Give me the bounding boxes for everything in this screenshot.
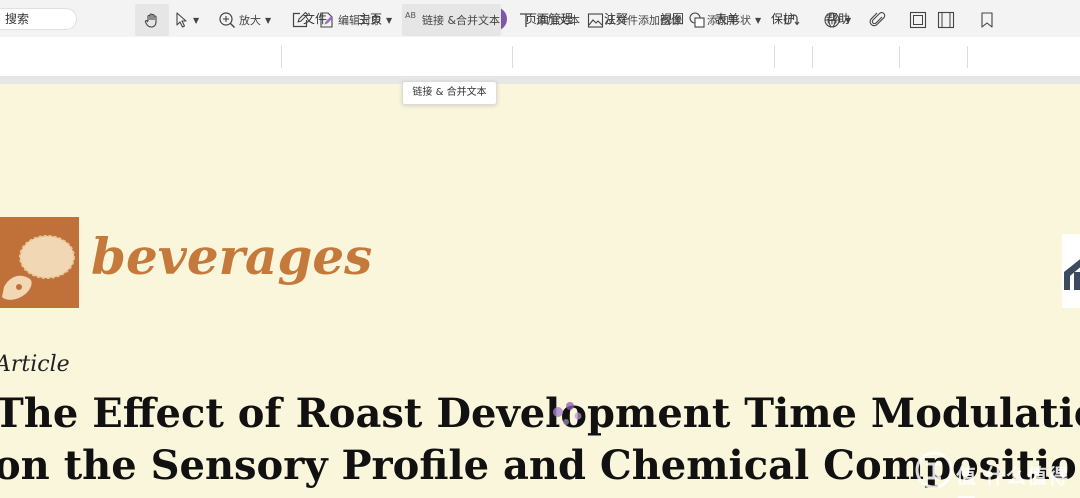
- document-page: beverages Article The Effect of Roast De…: [0, 84, 1080, 498]
- zoom-in-icon: [219, 12, 235, 28]
- publisher-logo-edge: [1062, 234, 1080, 308]
- toolbar-divider: [512, 46, 513, 68]
- watermark-logo-icon: [915, 451, 953, 489]
- add-text-button[interactable]: 添加文本: [518, 4, 580, 36]
- toolbar-divider: [812, 46, 813, 68]
- chevron-down-icon: ▼: [193, 15, 200, 25]
- speaker-frame-icon: [909, 11, 927, 29]
- hand-icon: [144, 13, 157, 28]
- bottle-cap-logo-icon: [2, 235, 75, 300]
- image-icon: [587, 12, 604, 28]
- chevron-down-icon: ▼: [845, 15, 852, 25]
- publisher-logo-icon: [1064, 259, 1080, 290]
- watermark-text: 值 什么值得买: [956, 464, 1069, 498]
- globe-icon: [824, 12, 840, 28]
- bookmark-icon: [981, 12, 993, 28]
- edit-toolbar: [0, 37, 1080, 77]
- link-merge-tooltip: 链接 & 合并文本: [402, 81, 497, 105]
- paperclip-icon: [869, 12, 886, 27]
- toolbar-bottom-strip: [0, 77, 1080, 84]
- web-link-button[interactable]: ▼: [823, 4, 851, 36]
- watermark: 值 什么值得买: [908, 440, 1078, 498]
- toolbar-divider: [967, 46, 968, 68]
- chevron-down-icon: ▼: [386, 15, 393, 25]
- chevron-down-icon: ▼: [755, 15, 762, 25]
- zoom-button[interactable]: 放大 ▼: [218, 4, 271, 36]
- toolbar-divider: [281, 46, 282, 68]
- link-merge-text-button[interactable]: AB 链接 &合并文本: [402, 4, 501, 36]
- link-merge-icon: AB: [405, 10, 416, 20]
- add-image-label: 从文件添加图像: [605, 14, 682, 27]
- add-shape-button[interactable]: 添加形状 ▼: [688, 4, 761, 36]
- edit-text-button[interactable]: [291, 4, 309, 36]
- link-tool-button[interactable]: [782, 4, 800, 36]
- journal-logo: [0, 217, 79, 308]
- toolbar-divider: [774, 46, 775, 68]
- edit-object-icon: [320, 12, 334, 28]
- add-image-button[interactable]: 从文件添加图像: [587, 4, 682, 36]
- edit-box-icon: [292, 11, 309, 28]
- journal-name: beverages: [91, 227, 373, 286]
- arrow-cursor-icon: [176, 12, 187, 28]
- edit-object-label: 编辑对象: [338, 14, 382, 27]
- toolbar-divider: [899, 46, 900, 68]
- film-icon: [937, 11, 955, 29]
- add-shape-label: 添加形状: [707, 14, 751, 27]
- article-type-label: Article: [0, 352, 70, 377]
- zoom-label: 放大: [239, 14, 261, 27]
- link-curve-icon: [784, 14, 800, 26]
- bookmark-button[interactable]: [979, 4, 995, 36]
- edit-object-button[interactable]: 编辑对象 ▼: [319, 4, 392, 36]
- video-button[interactable]: [937, 4, 955, 36]
- loading-spinner-icon: [553, 402, 582, 425]
- add-text-label: 添加文本: [536, 14, 580, 27]
- audio-button[interactable]: [909, 4, 927, 36]
- chevron-down-icon: ▼: [265, 15, 272, 25]
- link-merge-label: 链接 &合并文本: [421, 14, 501, 27]
- select-tool-button[interactable]: ▼: [175, 4, 199, 36]
- text-t-icon: [520, 13, 532, 27]
- attach-file-button[interactable]: [869, 4, 887, 36]
- search-input[interactable]: 搜索: [0, 8, 77, 30]
- shapes-icon: [689, 12, 705, 28]
- article-title-line-1: The Effect of Roast Development Time Mod…: [0, 390, 1080, 437]
- hand-tool-button[interactable]: [135, 4, 169, 36]
